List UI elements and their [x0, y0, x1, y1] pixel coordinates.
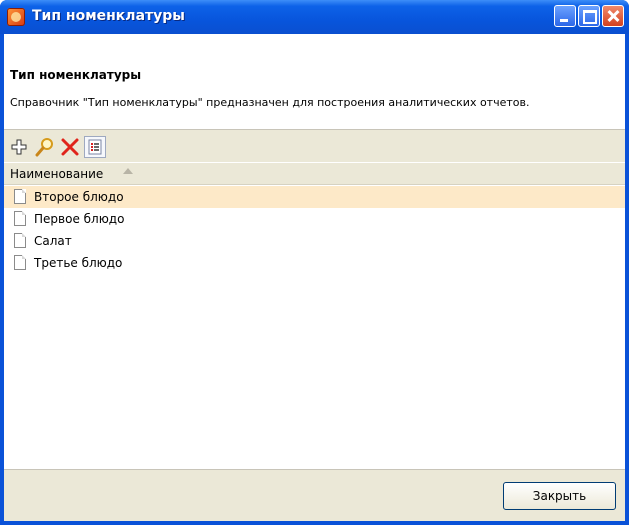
table-row[interactable]: Салат	[4, 230, 625, 252]
row-label: Салат	[34, 234, 72, 248]
footer-panel: Закрыть	[4, 469, 625, 521]
page-description: Справочник "Тип номенклатуры" предназнач…	[10, 96, 530, 109]
add-icon[interactable]	[9, 137, 29, 157]
toolbar	[4, 130, 625, 162]
document-icon	[14, 255, 26, 270]
page-title: Тип номенклатуры	[10, 68, 142, 82]
sort-ascending-icon	[123, 168, 133, 174]
dialog-content: Тип номенклатуры Справочник "Тип номенкл…	[4, 34, 625, 521]
table-row[interactable]: Второе блюдо	[4, 186, 625, 208]
window-title: Тип номенклатуры	[32, 8, 185, 24]
document-icon	[14, 233, 26, 248]
minimize-button[interactable]	[554, 5, 576, 27]
list-view-icon[interactable]	[84, 136, 106, 158]
close-window-button[interactable]	[602, 5, 624, 27]
document-icon	[14, 189, 26, 204]
table-row[interactable]: Третье блюдо	[4, 252, 625, 274]
close-button[interactable]: Закрыть	[503, 482, 616, 510]
delete-icon[interactable]	[60, 137, 80, 157]
row-label: Первое блюдо	[34, 212, 125, 226]
document-icon	[14, 211, 26, 226]
find-icon[interactable]	[35, 137, 55, 157]
app-window: Тип номенклатуры Тип номенклатуры Справо…	[0, 0, 629, 525]
app-icon	[7, 8, 25, 26]
table-row[interactable]: Первое блюдо	[4, 208, 625, 230]
row-label: Третье блюдо	[34, 256, 123, 270]
column-header-name[interactable]: Наименование	[4, 163, 625, 185]
column-header-label: Наименование	[10, 167, 104, 181]
maximize-button[interactable]	[578, 5, 600, 27]
title-bar[interactable]: Тип номенклатуры	[0, 0, 629, 34]
items-table: Наименование Второе блюдо Первое блюдо С…	[4, 163, 625, 469]
row-label: Второе блюдо	[34, 190, 124, 204]
header-panel: Тип номенклатуры Справочник "Тип номенкл…	[4, 34, 625, 130]
